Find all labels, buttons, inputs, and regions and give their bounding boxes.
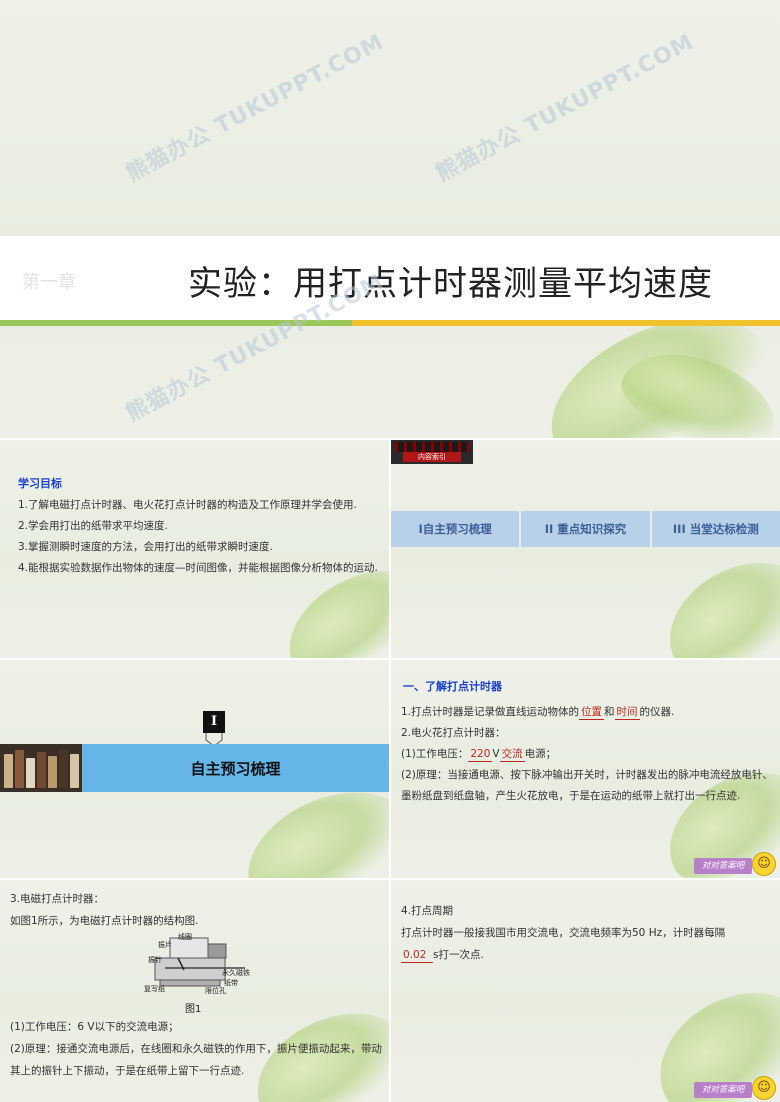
body-text: 4.打点周期 打点计时器一般接我国市用交流电，交流电频率为50 Hz，计时器每隔… (401, 900, 773, 966)
tab-key-knowledge[interactable]: II 重点知识探究 (521, 511, 652, 547)
paragraph: 1.打点计时器是记录做直线运动物体的 位置和时间 的仪器. (401, 706, 675, 720)
list-item: 2.学会用打出的纸带求平均速度. (18, 520, 168, 532)
section-heading: 一、了解打点计时器 (403, 680, 502, 693)
tab-in-class-test[interactable]: III 当堂达标检测 (652, 511, 780, 547)
tab-preview[interactable]: I自主预习梳理 (391, 511, 522, 547)
divider-yellow (352, 320, 780, 326)
paragraph: 如图1所示，为电磁打点计时器的结构图. (10, 915, 199, 927)
body-text: 3.电磁打点计时器： 如图1所示，为电磁打点计时器的结构图. (10, 888, 386, 932)
section-title: 自主预习梳理 (82, 744, 389, 792)
body-text: 1.打点计时器是记录做直线运动物体的 位置和时间 的仪器. 2.电火花打点计时器： … (401, 702, 773, 807)
figure-label: 线圈 (178, 933, 192, 941)
body-text: (1)工作电压：6 V以下的交流电源； (2)原理：接通交流电源后，在线圈和永久… (10, 1016, 386, 1082)
answer-blank: 交流 (499, 748, 525, 762)
figure-caption: 图1 (185, 1004, 202, 1015)
paragraph: (1)工作电压：6 V以下的交流电源； (10, 1021, 179, 1033)
list-item: 1.了解电磁打点计时器、电火花打点计时器的构造及工作原理并学会使用. (18, 499, 357, 511)
watermark: 熊猫办公 TUKUPPT.COM (122, 29, 389, 187)
index-slide: 内容索引 I自主预习梳理 II 重点知识探究 III 当堂达标检测 (391, 440, 780, 658)
page-title: 实验：用打点计时器测量平均速度 (188, 264, 713, 304)
section-slide: I 自主预习梳理 (0, 660, 389, 878)
title-slide: 第一章 实验：用打点计时器测量平均速度 熊猫办公 TUKUPPT.COM 熊猫办… (0, 0, 780, 438)
bookshelf-image (0, 744, 82, 792)
goals-list: 1.了解电磁打点计时器、电火花打点计时器的构造及工作原理并学会使用. 2.学会用… (18, 495, 384, 579)
em-timer-slide: 3.电磁打点计时器： 如图1所示，为电磁打点计时器的结构图. 线圈 振片 振针 … (0, 880, 389, 1102)
index-tabs: I自主预习梳理 II 重点知识探究 III 当堂达标检测 (391, 511, 780, 547)
check-answer-button[interactable]: 对对答案吧 (694, 858, 752, 874)
answer-blank: 0.02 (401, 948, 433, 963)
index-badge-label: 内容索引 (403, 452, 461, 462)
watermark: 熊猫办公 TUKUPPT.COM (432, 29, 699, 187)
smiley-icon: ☺ (752, 1076, 776, 1100)
chapter-label: 第一章 (22, 272, 76, 293)
paragraph: (2)原理：当接通电源、按下脉冲输出开关时，计时器发出的脉冲电流经放电针、墨粉纸… (401, 769, 773, 802)
figure-label: 限位孔 (205, 987, 226, 995)
paragraph: 4.打点周期 (401, 905, 454, 917)
figure-label: 永久磁铁 (222, 969, 250, 977)
dot-period-slide: 4.打点周期 打点计时器一般接我国市用交流电，交流电频率为50 Hz，计时器每隔… (391, 880, 780, 1102)
index-badge: 内容索引 (391, 440, 473, 464)
answer-blank: 时间 (614, 706, 640, 720)
paragraph: 打点计时器一般接我国市用交流电，交流电频率为50 Hz，计时器每隔 (401, 927, 726, 939)
paragraph: 3.电磁打点计时器： (10, 893, 105, 905)
figure-label: 复写纸 (144, 985, 165, 993)
section-number-icon: I (203, 711, 225, 733)
paragraph: 2.电火花打点计时器： (401, 727, 506, 739)
smiley-icon: ☺ (752, 852, 776, 876)
check-answer-button[interactable]: 对对答案吧 (694, 1082, 752, 1098)
answer-blank: 220 (468, 748, 493, 762)
goals-slide: 学习目标 1.了解电磁打点计时器、电火花打点计时器的构造及工作原理并学会使用. … (0, 440, 389, 658)
badge-graphic (395, 442, 469, 452)
answer-blank: 位置 (579, 706, 605, 720)
leaf-decoration (648, 538, 780, 658)
goals-heading: 学习目标 (18, 477, 62, 490)
paragraph: (2)原理：接通交流电源后，在线圈和永久磁铁的作用下，振片便振动起来，带动其上的… (10, 1043, 382, 1077)
figure-label: 振片 (158, 941, 172, 949)
list-item: 4.能根据实验数据作出物体的速度—时间图像，并能根据图像分析物体的运动. (18, 562, 378, 574)
figure-label: 纸带 (224, 979, 238, 987)
paragraph: (1)工作电压： 220 V 交流 电源； (401, 748, 557, 762)
list-item: 3.掌握测瞬时速度的方法，会用打出的纸带求瞬时速度. (18, 541, 273, 553)
figure-label: 振针 (148, 956, 162, 964)
timer-intro-slide: 一、了解打点计时器 1.打点计时器是记录做直线运动物体的 位置和时间 的仪器. 2.… (391, 660, 780, 878)
paragraph: 0.02 s打一次点. (401, 948, 484, 963)
